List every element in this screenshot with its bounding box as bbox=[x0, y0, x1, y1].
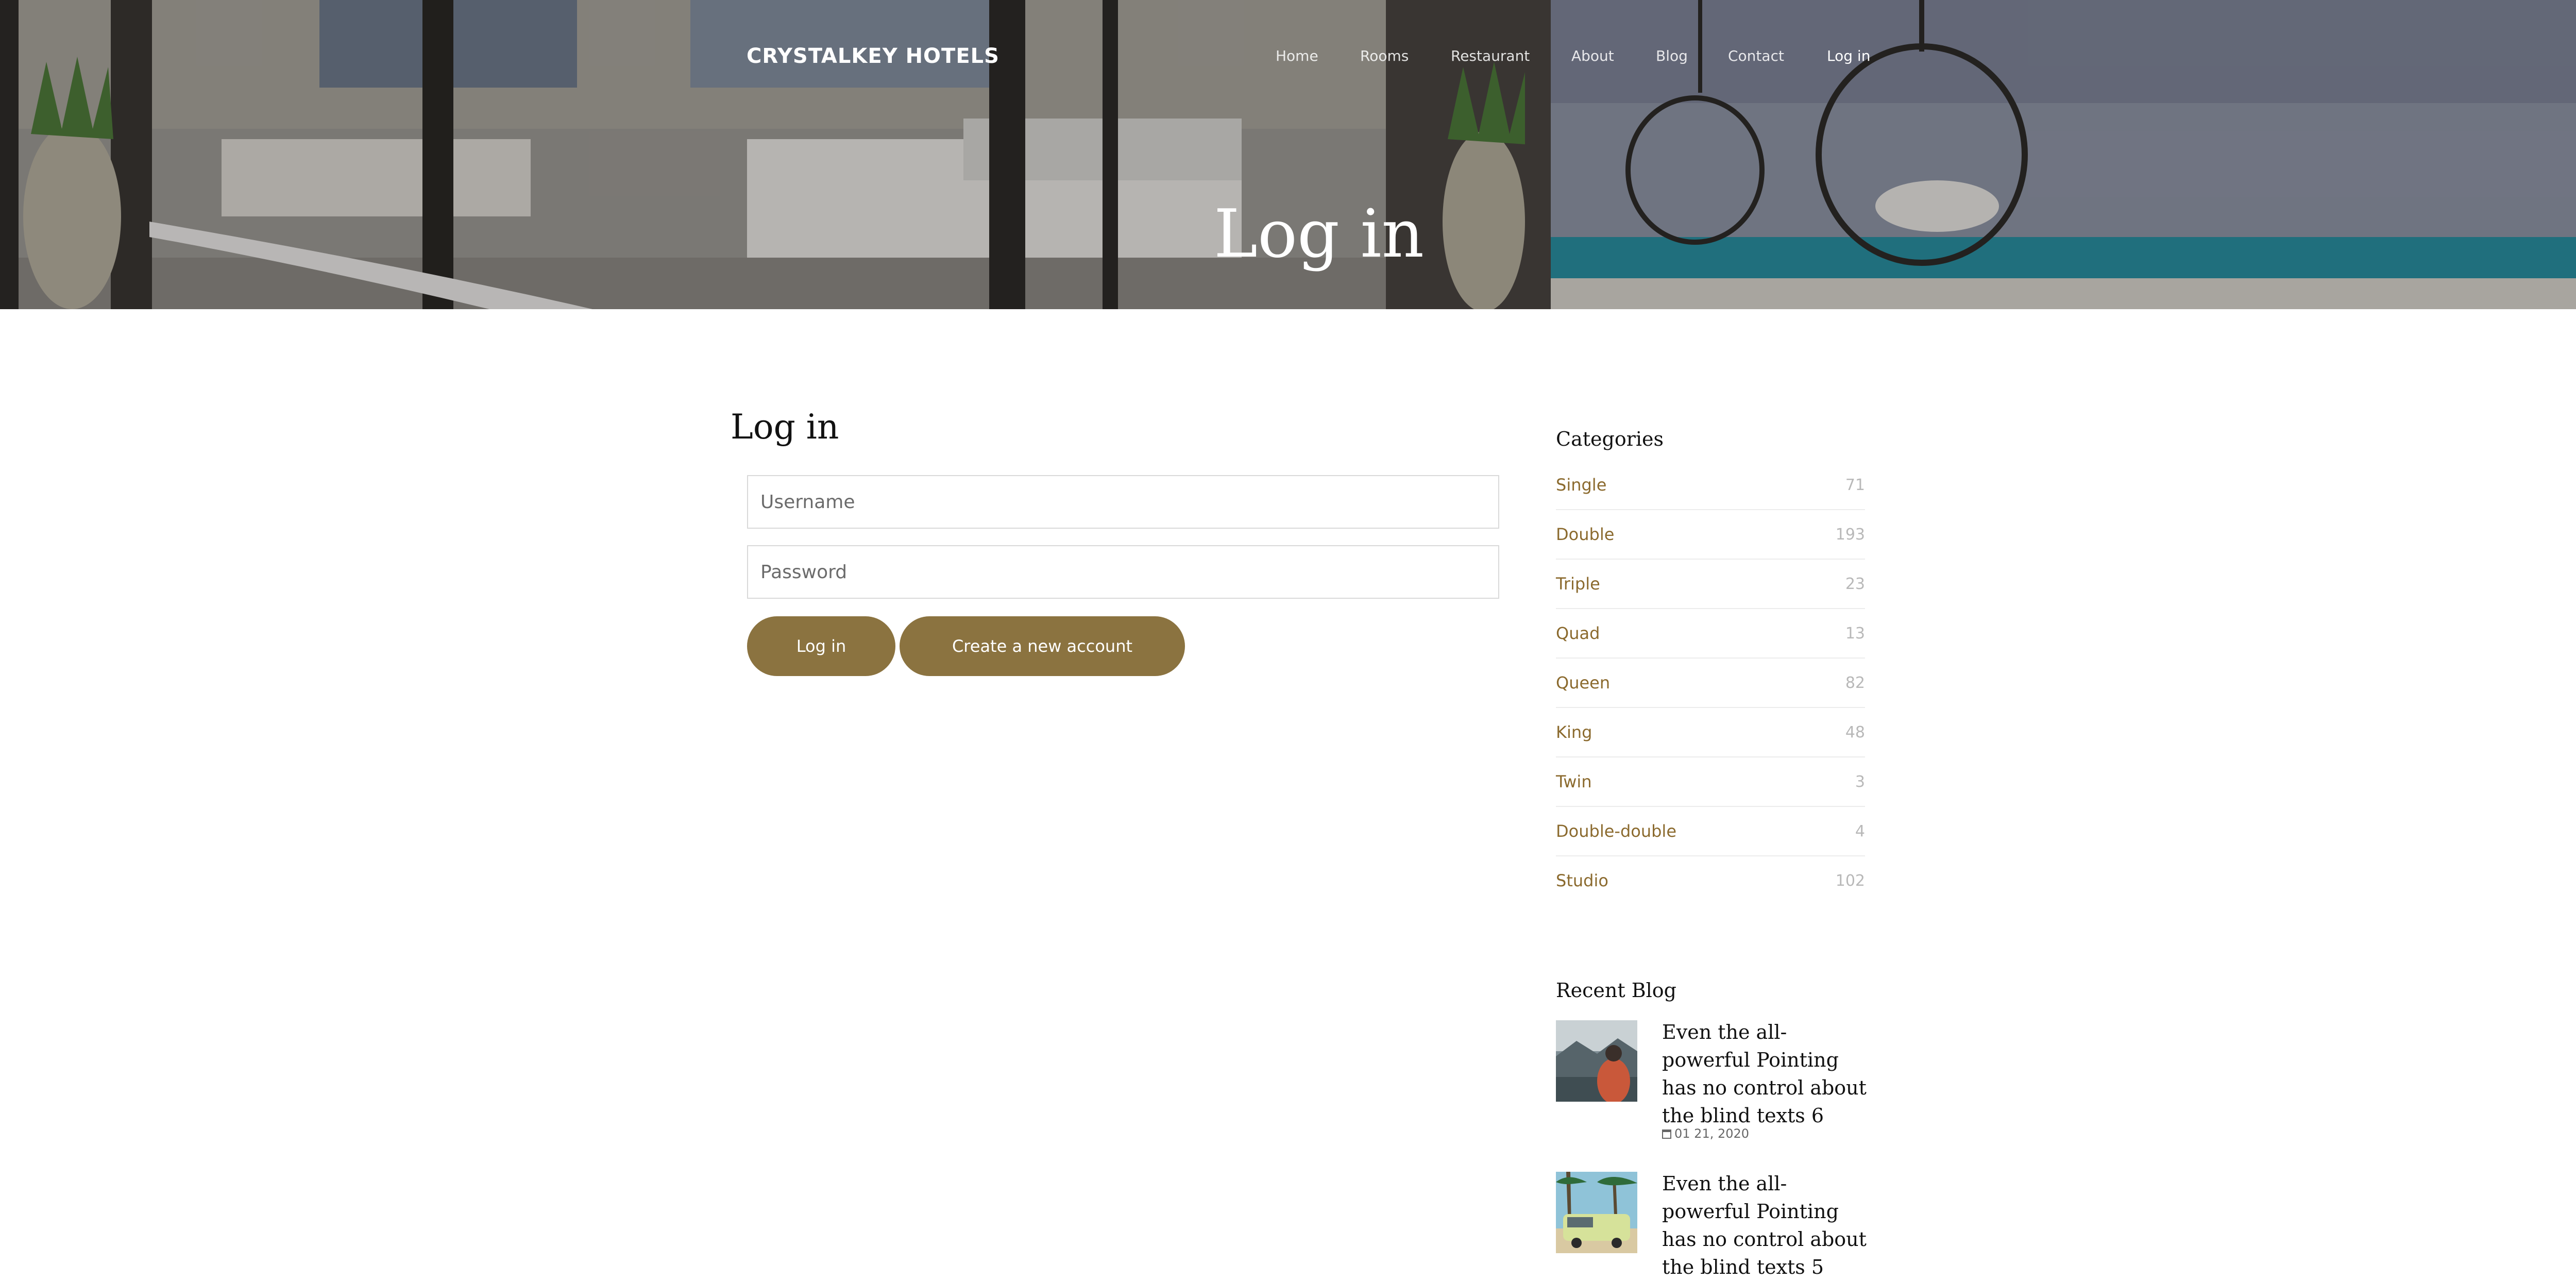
category-count: 13 bbox=[1845, 625, 1865, 643]
category-item-double[interactable]: Double 193 bbox=[1556, 510, 1865, 560]
blog-title[interactable]: Even the all-powerful Pointing has no co… bbox=[1662, 1170, 1868, 1281]
category-item-king[interactable]: King 48 bbox=[1556, 708, 1865, 757]
category-label[interactable]: King bbox=[1556, 722, 1592, 742]
nav-blog[interactable]: Blog bbox=[1656, 47, 1688, 64]
nav-about[interactable]: About bbox=[1571, 47, 1614, 64]
category-item-single[interactable]: Single 71 bbox=[1556, 461, 1865, 510]
nav-home[interactable]: Home bbox=[1276, 47, 1318, 64]
category-label[interactable]: Quad bbox=[1556, 623, 1600, 643]
category-count: 23 bbox=[1845, 575, 1865, 593]
category-count: 71 bbox=[1845, 476, 1865, 494]
categories-heading: Categories bbox=[1556, 428, 1664, 450]
category-item-studio[interactable]: Studio 102 bbox=[1556, 856, 1865, 906]
calendar-icon bbox=[1662, 1130, 1671, 1139]
category-item-quad[interactable]: Quad 13 bbox=[1556, 609, 1865, 659]
log-in-button[interactable]: Log in bbox=[747, 616, 895, 676]
category-count: 48 bbox=[1845, 723, 1865, 741]
category-label[interactable]: Double-double bbox=[1556, 821, 1676, 841]
category-count: 102 bbox=[1835, 872, 1865, 890]
category-count: 82 bbox=[1845, 674, 1865, 692]
blog-thumbnail[interactable] bbox=[1556, 1020, 1637, 1102]
category-item-triple[interactable]: Triple 23 bbox=[1556, 560, 1865, 609]
category-item-queen[interactable]: Queen 82 bbox=[1556, 659, 1865, 708]
category-label[interactable]: Queen bbox=[1556, 673, 1610, 693]
blog-thumbnail-image bbox=[1556, 1172, 1637, 1253]
blog-thumbnail[interactable] bbox=[1556, 1172, 1637, 1253]
password-input[interactable] bbox=[747, 545, 1499, 599]
username-input[interactable] bbox=[747, 475, 1499, 529]
nav-contact[interactable]: Contact bbox=[1728, 47, 1784, 64]
category-item-double-double[interactable]: Double-double 4 bbox=[1556, 807, 1865, 856]
nav-restaurant[interactable]: Restaurant bbox=[1451, 47, 1530, 64]
category-label[interactable]: Double bbox=[1556, 525, 1614, 544]
category-label[interactable]: Single bbox=[1556, 475, 1606, 495]
category-item-twin[interactable]: Twin 3 bbox=[1556, 757, 1865, 807]
category-count: 193 bbox=[1835, 526, 1865, 544]
blog-date: 01 21, 2020 bbox=[1662, 1126, 1749, 1141]
hero-banner: CRYSTALKEY HOTELS Home Rooms Restaurant … bbox=[0, 0, 2576, 309]
category-label[interactable]: Studio bbox=[1556, 871, 1608, 890]
blog-date-text: 01 21, 2020 bbox=[1674, 1126, 1750, 1141]
nav-log-in[interactable]: Log in bbox=[1827, 47, 1870, 64]
blog-thumbnail-image bbox=[1556, 1020, 1637, 1102]
hero-title: Log in bbox=[1213, 196, 1425, 273]
category-label[interactable]: Triple bbox=[1556, 574, 1600, 594]
category-count: 4 bbox=[1855, 822, 1865, 840]
blog-title[interactable]: Even the all-powerful Pointing has no co… bbox=[1662, 1018, 1868, 1130]
create-account-button[interactable]: Create a new account bbox=[900, 616, 1185, 676]
category-count: 3 bbox=[1855, 773, 1865, 791]
page-title: Log in bbox=[731, 407, 839, 447]
main-nav: Home Rooms Restaurant About Blog Contact… bbox=[0, 47, 2576, 68]
nav-rooms[interactable]: Rooms bbox=[1360, 47, 1409, 64]
recent-blog-heading: Recent Blog bbox=[1556, 979, 1676, 1002]
category-label[interactable]: Twin bbox=[1556, 772, 1592, 791]
